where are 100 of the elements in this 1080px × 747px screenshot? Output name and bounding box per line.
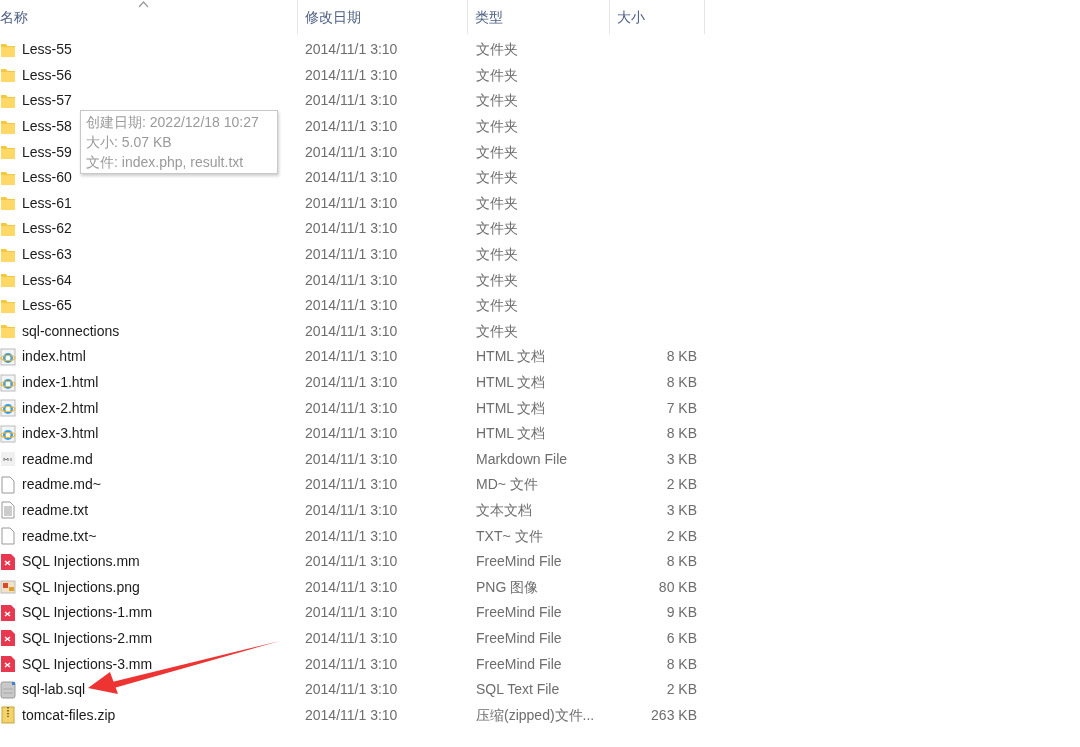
folder-icon bbox=[0, 66, 16, 85]
file-name[interactable]: Less-63 bbox=[22, 244, 72, 266]
file-size: 6 KB bbox=[666, 628, 697, 648]
file-name[interactable]: Less-58 bbox=[22, 116, 72, 138]
file-size: 8 KB bbox=[666, 552, 697, 572]
file-size: 9 KB bbox=[666, 603, 697, 623]
file-size: 3 KB bbox=[666, 449, 697, 469]
file-type: TXT~ 文件 bbox=[476, 526, 543, 546]
modified-date: 2014/11/1 3:10 bbox=[305, 91, 398, 111]
file-type: 文件夹 bbox=[476, 117, 518, 137]
modified-date: 2014/11/1 3:10 bbox=[305, 270, 398, 290]
file-name[interactable]: Less-61 bbox=[22, 192, 72, 214]
modified-date: 2014/11/1 3:10 bbox=[305, 142, 398, 162]
document-icon bbox=[0, 450, 16, 469]
file-type: HTML 文档 bbox=[476, 424, 546, 444]
file-type: 文件夹 bbox=[476, 270, 518, 290]
modified-date: 2014/11/1 3:10 bbox=[305, 321, 398, 341]
file-type: MD~ 文件 bbox=[476, 475, 538, 495]
file-name[interactable]: index.html bbox=[22, 346, 86, 368]
file-name[interactable]: index-1.html bbox=[22, 372, 99, 393]
tooltip-line: 大小: 5.07 KB bbox=[86, 133, 173, 152]
browser-icon bbox=[0, 373, 16, 392]
modified-date: 2014/11/1 3:10 bbox=[305, 373, 398, 392]
file-type: FreeMind File bbox=[476, 552, 562, 572]
file-type: 文本文档 bbox=[476, 501, 532, 520]
file-name[interactable]: SQL Injections.mm bbox=[22, 551, 140, 573]
modified-date: 2014/11/1 3:10 bbox=[305, 424, 398, 444]
file-type: 文件夹 bbox=[476, 296, 518, 316]
modified-date: 2014/11/1 3:10 bbox=[305, 398, 398, 418]
file-type: FreeMind File bbox=[476, 603, 562, 623]
file-name[interactable]: SQL Injections-1.mm bbox=[22, 602, 153, 624]
file-type: 压缩(zipped)文件... bbox=[476, 705, 595, 725]
file-name[interactable]: tomcat-files.zip bbox=[22, 704, 116, 726]
file-size: 8 KB bbox=[666, 373, 697, 392]
file-name[interactable]: Less-56 bbox=[22, 64, 72, 86]
document-icon bbox=[0, 552, 16, 571]
file-name[interactable]: readme.txt~ bbox=[22, 525, 97, 547]
file-name[interactable]: SQL Injections-3.mm bbox=[22, 653, 153, 675]
file-name[interactable]: readme.md bbox=[22, 448, 93, 470]
modified-date: 2014/11/1 3:10 bbox=[305, 117, 398, 137]
modified-date: 2014/11/1 3:10 bbox=[305, 552, 398, 572]
file-name[interactable]: Less-64 bbox=[22, 269, 72, 291]
file-type: FreeMind File bbox=[476, 628, 562, 648]
modified-date: 2014/11/1 3:10 bbox=[305, 449, 398, 469]
file-name[interactable]: index-2.html bbox=[22, 397, 99, 419]
document-icon bbox=[0, 629, 16, 648]
folder-icon bbox=[0, 143, 16, 162]
browser-icon bbox=[0, 399, 16, 418]
file-size: 3 KB bbox=[666, 501, 697, 520]
column-header[interactable]: 修改日期 bbox=[298, 0, 468, 34]
file-name[interactable]: Less-59 bbox=[22, 141, 72, 163]
folder-icon bbox=[0, 271, 16, 290]
file-name[interactable]: SQL Injections-2.mm bbox=[22, 627, 153, 649]
modified-date: 2014/11/1 3:10 bbox=[305, 65, 398, 85]
column-header[interactable]: 名称 bbox=[0, 0, 298, 34]
file-type: SQL Text File bbox=[476, 680, 560, 700]
tooltip-line: 创建日期: 2022/12/18 10:27 bbox=[86, 113, 260, 132]
file-size: 8 KB bbox=[666, 347, 697, 367]
modified-date: 2014/11/1 3:10 bbox=[305, 40, 398, 60]
browser-icon bbox=[0, 347, 16, 366]
modified-date: 2014/11/1 3:10 bbox=[305, 245, 398, 265]
file-name[interactable]: Less-62 bbox=[22, 218, 72, 240]
modified-date: 2014/11/1 3:10 bbox=[305, 577, 398, 597]
file-type: Markdown File bbox=[476, 449, 568, 469]
modified-date: 2014/11/1 3:10 bbox=[305, 705, 398, 725]
file-name[interactable]: Less-65 bbox=[22, 295, 72, 317]
modified-date: 2014/11/1 3:10 bbox=[305, 193, 398, 213]
file-size: 2 KB bbox=[666, 475, 697, 495]
database-file-icon bbox=[0, 680, 16, 699]
column-header[interactable]: 类型 bbox=[468, 0, 610, 34]
file-type: HTML 文档 bbox=[476, 347, 546, 367]
file-type: 文件夹 bbox=[476, 40, 518, 60]
modified-date: 2014/11/1 3:10 bbox=[305, 501, 398, 520]
file-name[interactable]: Less-55 bbox=[22, 39, 72, 61]
file-name[interactable]: sql-connections bbox=[22, 320, 120, 342]
file-type: 文件夹 bbox=[476, 245, 518, 265]
file-size: 263 KB bbox=[651, 705, 697, 725]
browser-icon bbox=[0, 424, 16, 443]
file-name[interactable]: readme.txt bbox=[22, 500, 89, 521]
file-name[interactable]: readme.md~ bbox=[22, 474, 101, 496]
sort-ascending-icon bbox=[138, 1, 149, 8]
file-name[interactable]: SQL Injections.png bbox=[22, 576, 140, 598]
file-name[interactable]: Less-60 bbox=[22, 167, 72, 189]
zip-icon bbox=[0, 706, 16, 725]
modified-date: 2014/11/1 3:10 bbox=[305, 680, 398, 700]
file-size: 7 KB bbox=[666, 398, 697, 418]
file-size: 2 KB bbox=[666, 526, 697, 546]
column-header[interactable]: 大小 bbox=[610, 0, 705, 34]
modified-date: 2014/11/1 3:10 bbox=[305, 526, 398, 546]
file-type: 文件夹 bbox=[476, 168, 518, 188]
file-type: FreeMind File bbox=[476, 654, 562, 674]
modified-date: 2014/11/1 3:10 bbox=[305, 347, 398, 367]
file-type: 文件夹 bbox=[476, 193, 518, 213]
file-type: HTML 文档 bbox=[476, 373, 546, 392]
file-name[interactable]: index-3.html bbox=[22, 423, 99, 445]
modified-date: 2014/11/1 3:10 bbox=[305, 296, 398, 316]
file-name[interactable]: Less-57 bbox=[22, 90, 72, 112]
folder-icon bbox=[0, 322, 16, 341]
document-icon bbox=[0, 527, 16, 546]
file-name[interactable]: sql-lab.sql bbox=[22, 679, 86, 701]
